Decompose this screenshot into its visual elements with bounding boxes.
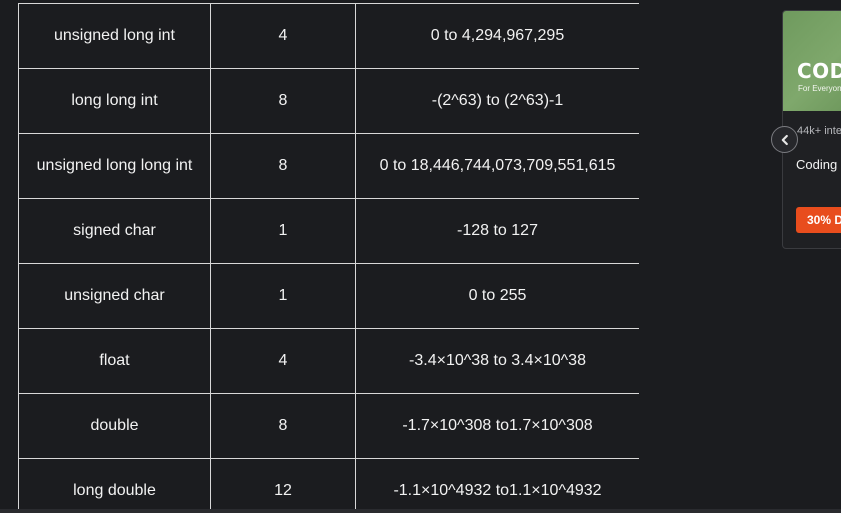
- ad-course-title[interactable]: Coding: [796, 157, 837, 172]
- table-cell-range: 0 to 4,294,967,295: [355, 3, 639, 69]
- table-cell-range: 0 to 255: [355, 263, 639, 329]
- table-cell-size: 8: [210, 393, 356, 459]
- table-cell-range: -3.4×10^38 to 3.4×10^38: [355, 328, 639, 394]
- table-cell-type: long double: [18, 458, 211, 510]
- table-row: signed char 1 -128 to 127: [18, 198, 639, 264]
- table-cell-type: unsigned long int: [18, 3, 211, 69]
- bottom-divider: [0, 509, 841, 513]
- table-cell-size: 4: [210, 328, 356, 394]
- table-cell-range: -1.1×10^4932 to1.1×10^4932: [355, 458, 639, 510]
- page: unsigned long int 4 0 to 4,294,967,295 l…: [0, 0, 841, 513]
- datatype-table-container: unsigned long int 4 0 to 4,294,967,295 l…: [18, 3, 639, 510]
- table-row: float 4 -3.4×10^38 to 3.4×10^38: [18, 328, 639, 394]
- table-row: double 8 -1.7×10^308 to1.7×10^308: [18, 393, 639, 459]
- table-cell-range: 0 to 18,446,744,073,709,551,615: [355, 133, 639, 199]
- chevron-left-icon: [781, 134, 788, 145]
- ad-tagline: For Everyone: [798, 84, 841, 93]
- table-cell-size: 1: [210, 263, 356, 329]
- table-cell-type: float: [18, 328, 211, 394]
- table-row: unsigned char 1 0 to 255: [18, 263, 639, 329]
- ad-brand-logo: CODI: [797, 59, 841, 83]
- table-cell-range: -1.7×10^308 to1.7×10^308: [355, 393, 639, 459]
- table-cell-size: 4: [210, 3, 356, 69]
- ad-interest-count: 44k+ inte: [797, 125, 841, 137]
- table-row: unsigned long long int 8 0 to 18,446,744…: [18, 133, 639, 199]
- table-cell-range: -128 to 127: [355, 198, 639, 264]
- table-cell-size: 12: [210, 458, 356, 510]
- table-cell-size: 8: [210, 68, 356, 134]
- table-row: long long int 8 -(2^63) to (2^63)-1: [18, 68, 639, 134]
- table-cell-type: unsigned long long int: [18, 133, 211, 199]
- table-cell-type: double: [18, 393, 211, 459]
- table-cell-size: 1: [210, 198, 356, 264]
- table-cell-type: unsigned char: [18, 263, 211, 329]
- ad-carousel-prev-button[interactable]: [771, 126, 798, 153]
- table-row: long double 12 -1.1×10^4932 to1.1×10^493…: [18, 458, 639, 510]
- ad-banner-image: CODI For Everyone: [783, 11, 841, 111]
- table-cell-type: long long int: [18, 68, 211, 134]
- datatype-table: unsigned long int 4 0 to 4,294,967,295 l…: [18, 3, 639, 510]
- table-row: unsigned long int 4 0 to 4,294,967,295: [18, 3, 639, 69]
- table-cell-size: 8: [210, 133, 356, 199]
- table-cell-type: signed char: [18, 198, 211, 264]
- ad-discount-button[interactable]: 30% D: [796, 207, 841, 233]
- table-cell-range: -(2^63) to (2^63)-1: [355, 68, 639, 134]
